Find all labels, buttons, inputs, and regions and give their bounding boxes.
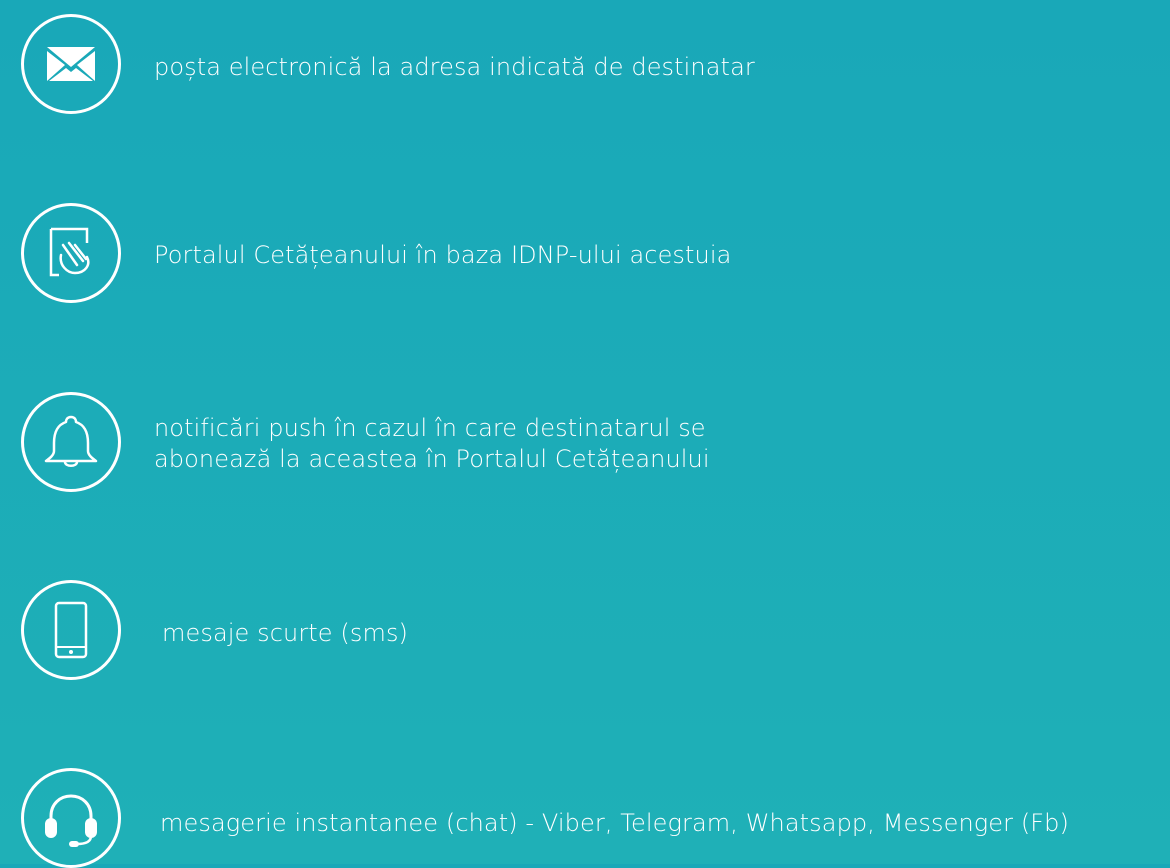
channel-label: poșta electronică la adresa indicată de … bbox=[154, 53, 755, 81]
channel-label: mesagerie instantanee (chat) - Viber, Te… bbox=[160, 809, 1069, 837]
bell-icon bbox=[21, 392, 121, 492]
envelope-icon bbox=[21, 14, 121, 114]
channel-label: mesaje scurte (sms) bbox=[162, 619, 409, 647]
tablet-touch-icon bbox=[21, 203, 121, 303]
mobile-phone-icon bbox=[21, 580, 121, 680]
channel-label: notificări push în cazul în care destina… bbox=[154, 414, 710, 473]
channel-label: Portalul Cetățeanului în baza IDNP-ului … bbox=[154, 241, 732, 269]
headset-icon bbox=[21, 768, 121, 868]
